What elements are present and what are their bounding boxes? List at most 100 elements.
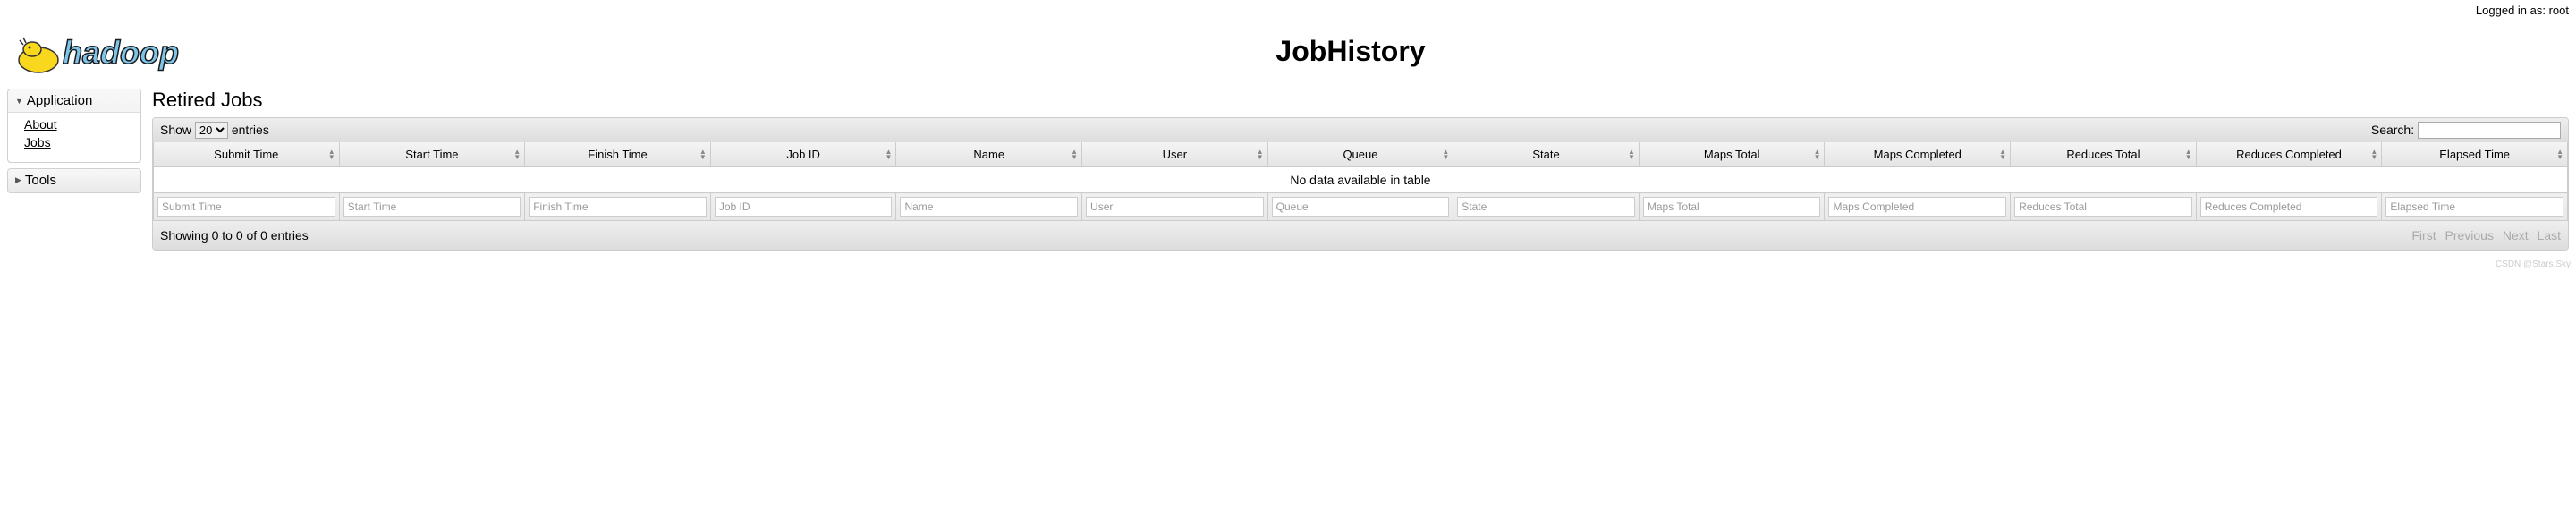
pager-last[interactable]: Last: [2538, 228, 2561, 243]
filter-cell: [1082, 193, 1268, 221]
header: hadoop JobHistory: [0, 21, 2576, 81]
sidebar: ▼ Application About Jobs ▶ Tools: [7, 89, 141, 199]
filter-cell: [339, 193, 525, 221]
sort-icon: ▲▼: [1628, 149, 1635, 160]
main: ▼ Application About Jobs ▶ Tools Retired…: [0, 81, 2576, 258]
column-label: Submit Time: [214, 148, 278, 161]
column-filter-input[interactable]: [2014, 197, 2192, 217]
sidebar-link-about[interactable]: About: [24, 116, 133, 134]
filter-cell: [525, 193, 711, 221]
filter-cell: [1453, 193, 1640, 221]
pager-next[interactable]: Next: [2503, 228, 2529, 243]
column-filter-input[interactable]: [1086, 197, 1264, 217]
sort-icon: ▲▼: [1442, 149, 1449, 160]
column-header[interactable]: State ▲▼: [1453, 142, 1640, 167]
pager-prev[interactable]: Previous: [2445, 228, 2493, 243]
length-control: Show 20 entries: [160, 122, 269, 139]
filter-cell: [1267, 193, 1453, 221]
column-filter-input[interactable]: [343, 197, 521, 217]
table-controls-bottom: Showing 0 to 0 of 0 entries First Previo…: [153, 221, 2568, 250]
column-header[interactable]: Reduces Total ▲▼: [2011, 142, 2197, 167]
sort-icon: ▲▼: [328, 149, 335, 160]
column-label: Reduces Total: [2066, 148, 2140, 161]
sort-icon: ▲▼: [2370, 149, 2377, 160]
empty-row: No data available in table: [154, 167, 2568, 193]
show-suffix: entries: [232, 123, 269, 137]
sort-icon: ▲▼: [1071, 149, 1078, 160]
column-header[interactable]: Maps Total ▲▼: [1639, 142, 1825, 167]
search-input[interactable]: [2418, 122, 2561, 139]
filter-cell: [2196, 193, 2382, 221]
sidebar-header-application[interactable]: ▼ Application: [8, 89, 140, 113]
sidebar-section-label: Tools: [25, 173, 56, 188]
pager: First Previous Next Last: [2406, 228, 2561, 243]
column-label: Elapsed Time: [2439, 148, 2510, 161]
table-info: Showing 0 to 0 of 0 entries: [160, 228, 309, 243]
sidebar-section-application: ▼ Application About Jobs: [7, 89, 141, 163]
column-filter-input[interactable]: [157, 197, 335, 217]
column-label: Reduces Completed: [2236, 148, 2342, 161]
sort-icon: ▲▼: [1999, 149, 2006, 160]
filter-cell: [896, 193, 1082, 221]
column-filter-input[interactable]: [1272, 197, 1450, 217]
column-filter-input[interactable]: [529, 197, 707, 217]
filter-row: [154, 193, 2568, 221]
column-header[interactable]: Job ID ▲▼: [710, 142, 896, 167]
column-label: Name: [973, 148, 1004, 161]
jobs-table-container: Show 20 entries Search: Submit Time▲▼Sta…: [152, 117, 2569, 251]
filter-cell: [1639, 193, 1825, 221]
sidebar-header-tools[interactable]: ▶ Tools: [8, 169, 140, 192]
search-control: Search:: [2371, 122, 2561, 139]
column-filter-input[interactable]: [715, 197, 893, 217]
filter-cell: [154, 193, 340, 221]
sort-icon: ▲▼: [699, 149, 707, 160]
sort-icon: ▲▼: [2556, 149, 2563, 160]
sort-icon: ▲▼: [2185, 149, 2192, 160]
table-header-row: Submit Time▲▼Start Time▲▼Finish Time▲▼Jo…: [154, 142, 2568, 167]
column-header[interactable]: Elapsed Time ▲▼: [2382, 142, 2568, 167]
column-header[interactable]: Queue▲▼: [1267, 142, 1453, 167]
column-label: State: [1532, 148, 1559, 161]
caret-down-icon: ▼: [15, 97, 23, 106]
pager-first[interactable]: First: [2411, 228, 2436, 243]
watermark: CSDN @Stars.Sky: [0, 258, 2576, 271]
search-label: Search:: [2371, 123, 2414, 137]
column-header[interactable]: User ▲▼: [1082, 142, 1268, 167]
sort-icon: ▲▼: [1814, 149, 1821, 160]
column-filter-input[interactable]: [1457, 197, 1635, 217]
sidebar-section-label: Application: [27, 93, 92, 108]
column-header[interactable]: Name ▲▼: [896, 142, 1082, 167]
login-status: Logged in as: root: [0, 0, 2576, 21]
sidebar-link-jobs[interactable]: Jobs: [24, 134, 133, 152]
sort-icon: ▲▼: [886, 149, 893, 160]
column-label: Finish Time: [588, 148, 647, 161]
column-label: Job ID: [786, 148, 820, 161]
table-controls-top: Show 20 entries Search:: [153, 118, 2568, 142]
page-length-select[interactable]: 20: [195, 122, 228, 139]
column-header[interactable]: Maps Completed▲▼: [1825, 142, 2011, 167]
column-header[interactable]: Start Time ▲▼: [339, 142, 525, 167]
filter-cell: [2011, 193, 2197, 221]
column-label: User: [1163, 148, 1187, 161]
column-label: Maps Total: [1704, 148, 1760, 161]
show-prefix: Show: [160, 123, 191, 137]
column-header[interactable]: Finish Time ▲▼: [525, 142, 711, 167]
filter-cell: [2382, 193, 2568, 221]
column-filter-input[interactable]: [1828, 197, 2006, 217]
column-filter-input[interactable]: [2200, 197, 2378, 217]
sidebar-section-tools: ▶ Tools: [7, 168, 141, 193]
page-title: JobHistory: [132, 35, 2569, 68]
column-header[interactable]: Reduces Completed ▲▼: [2196, 142, 2382, 167]
column-header[interactable]: Submit Time ▲▼: [154, 142, 340, 167]
sort-icon: ▲▼: [513, 149, 521, 160]
section-heading: Retired Jobs: [152, 89, 2569, 112]
column-filter-input[interactable]: [900, 197, 1078, 217]
jobs-table: Submit Time▲▼Start Time▲▼Finish Time▲▼Jo…: [153, 142, 2568, 221]
column-filter-input[interactable]: [1643, 197, 1821, 217]
caret-right-icon: ▶: [15, 175, 21, 185]
column-filter-input[interactable]: [2385, 197, 2563, 217]
sort-icon: ▲▼: [1257, 149, 1264, 160]
column-label: Start Time: [405, 148, 458, 161]
empty-message: No data available in table: [154, 167, 2568, 193]
sidebar-body-application: About Jobs: [8, 113, 140, 162]
